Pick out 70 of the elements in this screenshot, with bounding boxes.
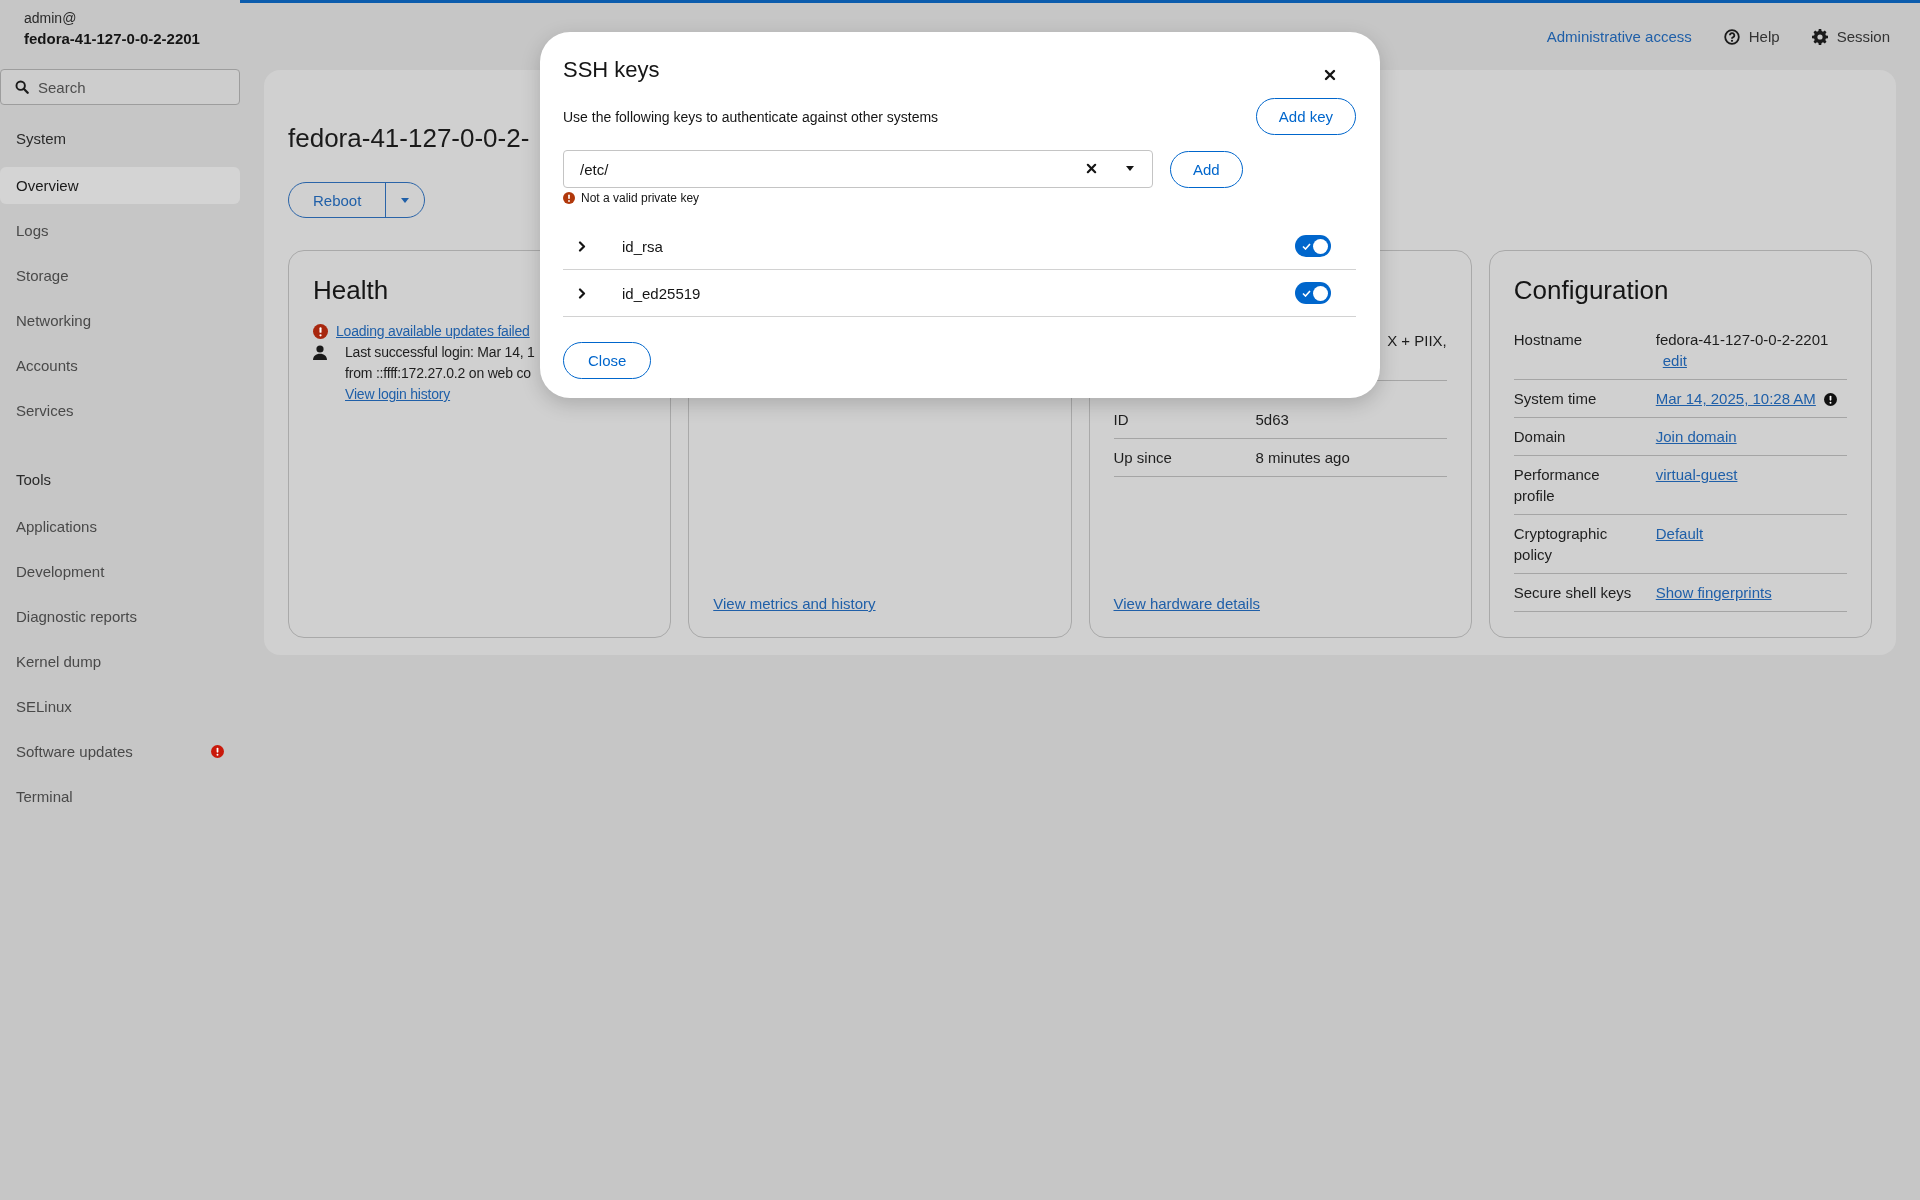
search-icon <box>15 80 29 94</box>
toggle-switch[interactable] <box>1295 235 1331 257</box>
caret-icon <box>400 196 411 204</box>
clear-icon[interactable] <box>1086 163 1097 174</box>
card-title: Configuration <box>1513 274 1669 306</box>
config-link[interactable]: Show fingerprints <box>1655 584 1772 601</box>
chevron-icon[interactable] <box>578 240 586 252</box>
toggle-switch[interactable] <box>1295 282 1331 304</box>
settings-icon <box>1811 28 1828 45</box>
key-name: id_rsa <box>622 237 664 255</box>
login-history-link[interactable]: View login history <box>345 386 451 402</box>
nav-item[interactable]: Services <box>0 392 240 429</box>
nav-item[interactable]: Logs <box>0 212 240 249</box>
login-text: Last successful login: Mar 14, 1 <box>345 343 535 362</box>
chevron-icon[interactable] <box>578 287 586 299</box>
add-key-button[interactable]: Add key <box>1255 98 1356 135</box>
session-button[interactable]: Session <box>1811 28 1890 45</box>
error-message: Not a valid private key <box>581 191 700 205</box>
help-button[interactable]: Help <box>1723 28 1780 45</box>
key-name: id_ed25519 <box>622 284 702 302</box>
config-label: Secure shell keys <box>1513 573 1656 612</box>
config-label: System time <box>1513 379 1656 418</box>
check-icon <box>1302 289 1311 297</box>
config-label: Hostname <box>1513 321 1656 380</box>
config-link[interactable]: Join domain <box>1655 428 1737 445</box>
nav-item[interactable]: Kernel dump <box>0 643 240 680</box>
section-heading: System <box>15 128 67 149</box>
nav-item[interactable]: Storage <box>0 257 240 294</box>
nav-item[interactable]: Software updates <box>0 733 240 770</box>
add-button[interactable]: Add <box>1170 150 1243 188</box>
edit-link[interactable]: edit <box>1662 352 1687 369</box>
admin-access-link[interactable]: Administrative access <box>1546 28 1692 45</box>
nav-item[interactable]: Development <box>0 553 240 590</box>
config-link[interactable]: Default <box>1655 525 1704 542</box>
config-link[interactable]: virtual-guest <box>1655 466 1738 483</box>
help-icon <box>1723 28 1740 45</box>
info-value: 8 minutes ago <box>1255 438 1447 477</box>
dialog-title: SSH keys <box>563 56 660 84</box>
config-label: Cryptographic policy <box>1513 514 1656 574</box>
config-label: Domain <box>1513 417 1656 456</box>
close-icon[interactable] <box>1324 69 1336 81</box>
error-icon <box>313 324 328 339</box>
search-field[interactable]: Search <box>0 69 240 105</box>
login-text: from ::ffff:172.27.0.2 on web co <box>345 364 532 383</box>
close-button[interactable]: Close <box>563 342 652 379</box>
user-name: admin@ <box>23 9 78 28</box>
page-title: fedora-41-127-0-0-2- <box>288 122 530 154</box>
nav-item[interactable]: Networking <box>0 302 240 339</box>
nav-item[interactable]: Diagnostic reports <box>0 598 240 635</box>
nav-item[interactable]: Terminal <box>0 778 240 815</box>
config-value: fedora-41-127-0-0-2-2201 <box>1655 330 1830 350</box>
info-label: Up since <box>1113 438 1256 477</box>
nav-item[interactable]: Accounts <box>0 347 240 384</box>
user-icon <box>313 345 327 361</box>
error-icon <box>563 192 575 204</box>
metrics-link[interactable]: View metrics and history <box>713 595 876 612</box>
nav-item[interactable]: Overview <box>0 167 240 204</box>
caret-icon[interactable] <box>1125 165 1135 172</box>
config-label: Performance profile <box>1513 455 1656 515</box>
card-title: Health <box>313 274 389 306</box>
nav-item[interactable]: Applications <box>0 508 240 545</box>
check-icon <box>1302 242 1311 250</box>
dialog-description: Use the following keys to authenticate against other systems <box>563 108 939 125</box>
host-name: fedora-41-127-0-0-2-2201 <box>23 29 201 49</box>
hardware-link[interactable]: View hardware details <box>1113 595 1260 612</box>
nav-item[interactable]: SELinux <box>0 688 240 725</box>
path-field[interactable]: /etc/ <box>563 150 1153 188</box>
section-heading: Tools <box>15 469 53 490</box>
updates-link[interactable]: Loading available updates failed <box>336 321 530 342</box>
config-link[interactable]: Mar 14, 2025, 10:28 AM <box>1655 390 1816 407</box>
